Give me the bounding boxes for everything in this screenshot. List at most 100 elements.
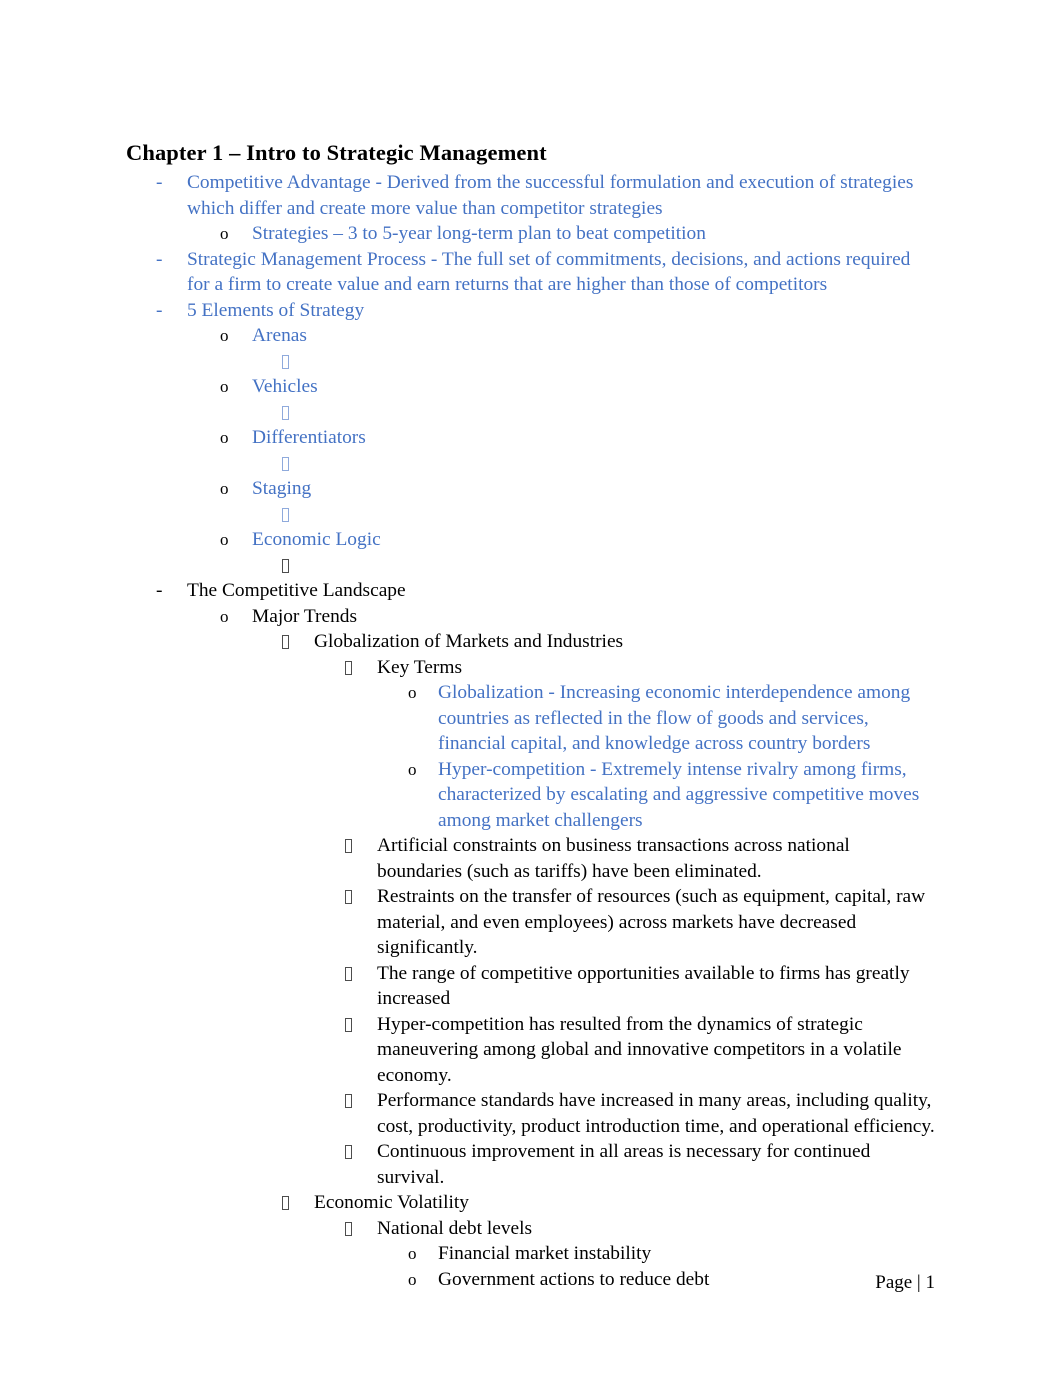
bullet-missing-glyph-icon <box>282 354 289 369</box>
bullet-circle-icon: o <box>220 428 229 447</box>
outline-item: o Economic Logic <box>0 527 1062 553</box>
outline-item-label: Major Trends <box>252 605 358 627</box>
outline-item-label <box>314 400 936 426</box>
outline-item <box>0 400 1062 426</box>
outline-item <box>0 349 1062 375</box>
bullet-circle-icon: o <box>220 377 229 396</box>
outline-item-label: Artificial constraints on business trans… <box>377 835 850 882</box>
outline-item-label: Vehicles <box>252 376 318 397</box>
outline-item-label: Hyper-competition has resulted from the … <box>377 1013 902 1086</box>
outline-item-label: Competitive Advantage - Derived from the… <box>187 172 914 219</box>
bullet-missing-glyph-icon <box>345 660 352 675</box>
outline-item: The range of competitive opportunities a… <box>0 961 1062 1012</box>
outline-item-label <box>314 349 936 375</box>
outline-item: Restraints on the transfer of resources … <box>0 884 1062 961</box>
outline-item: - 5 Elements of Strategy <box>0 298 1062 324</box>
outline-item-label: The range of competitive opportunities a… <box>377 962 910 1010</box>
bullet-missing-glyph-wrapper <box>345 1216 352 1242</box>
outline-item-label: Strategies – 3 to 5-year long-term plan … <box>252 223 706 244</box>
outline-item-label: Globalization of Markets and Industries <box>314 631 624 652</box>
bullet-missing-glyph-wrapper <box>345 1139 352 1165</box>
outline-item: o Globalization - Increasing economic int… <box>0 680 1062 757</box>
outline-item-label: Restraints on the transfer of resources … <box>377 886 926 958</box>
outline-item <box>0 502 1062 528</box>
bullet-circle-icon: o <box>408 683 417 702</box>
bullet-missing-glyph-wrapper <box>282 451 289 477</box>
outline-item-label: Globalization - Increasing economic inte… <box>438 682 911 754</box>
bullet-missing-glyph-wrapper <box>282 553 289 579</box>
outline-item-label: Financial market instability <box>438 1243 652 1264</box>
document-page: Chapter 1 – Intro to Strategic Managemen… <box>0 0 1062 1377</box>
bullet-missing-glyph-icon <box>282 558 289 573</box>
bullet-missing-glyph-wrapper <box>345 1088 352 1114</box>
outline-item-label: National debt levels <box>377 1217 533 1239</box>
outline-item-label: The Competitive Landscape <box>187 580 406 601</box>
bullet-missing-glyph-wrapper <box>345 884 352 910</box>
outline-item: Key Terms <box>0 655 1062 681</box>
outline-item-label <box>314 553 936 579</box>
outline-item: o Financial market instability <box>0 1241 1062 1267</box>
outline-item-label: Economic Volatility <box>314 1192 469 1213</box>
bullet-missing-glyph-icon <box>282 456 289 471</box>
bullet-missing-glyph-wrapper <box>282 629 289 655</box>
outline-item-label: Staging <box>252 478 312 499</box>
bullet-missing-glyph-wrapper <box>345 1012 352 1038</box>
outline-item: Globalization of Markets and Industries <box>0 629 1062 655</box>
bullet-missing-glyph-wrapper <box>345 833 352 859</box>
outline-item-label: Economic Logic <box>252 529 381 550</box>
outline-item-label: Strategic Management Process - The full … <box>187 248 911 296</box>
bullet-circle-icon: o <box>220 606 229 626</box>
bullet-circle-icon: o <box>220 224 229 243</box>
outline-item: o Major Trends <box>0 604 1062 630</box>
bullet-missing-glyph-icon <box>282 1196 289 1210</box>
outline-item: Continuous improvement in all areas is n… <box>0 1139 1062 1190</box>
outline-item-label: Performance standards have increased in … <box>377 1090 935 1137</box>
outline-item-label: 5 Elements of Strategy <box>187 299 365 321</box>
bullet-missing-glyph-wrapper <box>282 502 289 528</box>
bullet-missing-glyph-wrapper <box>282 349 289 375</box>
outline-item: - Competitive Advantage - Derived from th… <box>0 170 1062 221</box>
bullet-missing-glyph-icon <box>345 890 352 904</box>
bullet-dash-icon: - <box>156 299 163 321</box>
outline-item: Economic Volatility <box>0 1190 1062 1216</box>
outline-item-label: Continuous improvement in all areas is n… <box>377 1141 871 1188</box>
outline-item-label: Government actions to reduce debt <box>438 1268 710 1290</box>
bullet-circle-icon: o <box>408 759 417 779</box>
outline-item: Performance standards have increased in … <box>0 1088 1062 1139</box>
bullet-dash-icon: - <box>156 172 163 193</box>
outline-item-label: Differentiators <box>252 427 366 448</box>
outline-item: o Strategies – 3 to 5-year long-term plan… <box>0 221 1062 247</box>
bullet-missing-glyph-icon <box>345 1017 352 1032</box>
outline-item-label: Arenas <box>252 325 307 346</box>
bullet-dash-icon: - <box>156 248 163 270</box>
bullet-missing-glyph-icon <box>345 1094 352 1108</box>
bullet-missing-glyph-icon <box>282 405 289 420</box>
bullet-missing-glyph-wrapper <box>282 1190 289 1216</box>
bullet-missing-glyph-icon <box>282 507 289 522</box>
bullet-missing-glyph-wrapper <box>345 655 352 681</box>
outline-item: Artificial constraints on business trans… <box>0 833 1062 884</box>
outline-item-label: Key Terms <box>377 656 462 678</box>
outline-item: o Hyper-competition - Extremely intense r… <box>0 757 1062 834</box>
bullet-circle-icon: o <box>220 530 229 549</box>
bullet-missing-glyph-icon <box>345 1221 352 1236</box>
outline-item-label <box>314 451 936 477</box>
bullet-circle-icon: o <box>220 479 229 498</box>
outline-item: Hyper-competition has resulted from the … <box>0 1012 1062 1089</box>
outline-item: National debt levels <box>0 1216 1062 1242</box>
outline-item-label <box>314 502 936 528</box>
bullet-missing-glyph-icon <box>345 1145 352 1159</box>
outline-item-label: Hyper-competition - Extremely intense ri… <box>438 758 920 831</box>
page-title: Chapter 1 – Intro to Strategic Managemen… <box>126 140 547 166</box>
outline-item: - The Competitive Landscape <box>0 578 1062 604</box>
bullet-circle-icon: o <box>220 326 229 345</box>
page-footer: Page | 1 <box>875 1272 935 1293</box>
bullet-missing-glyph-icon <box>345 966 352 981</box>
bullet-missing-glyph-wrapper <box>345 961 352 987</box>
outline-item: o Staging <box>0 476 1062 502</box>
bullet-missing-glyph-icon <box>345 839 352 853</box>
outline-item <box>0 451 1062 477</box>
bullet-dash-icon: - <box>156 580 163 601</box>
bullet-missing-glyph-wrapper <box>282 400 289 426</box>
outline-item: - Strategic Management Process - The full… <box>0 247 1062 298</box>
